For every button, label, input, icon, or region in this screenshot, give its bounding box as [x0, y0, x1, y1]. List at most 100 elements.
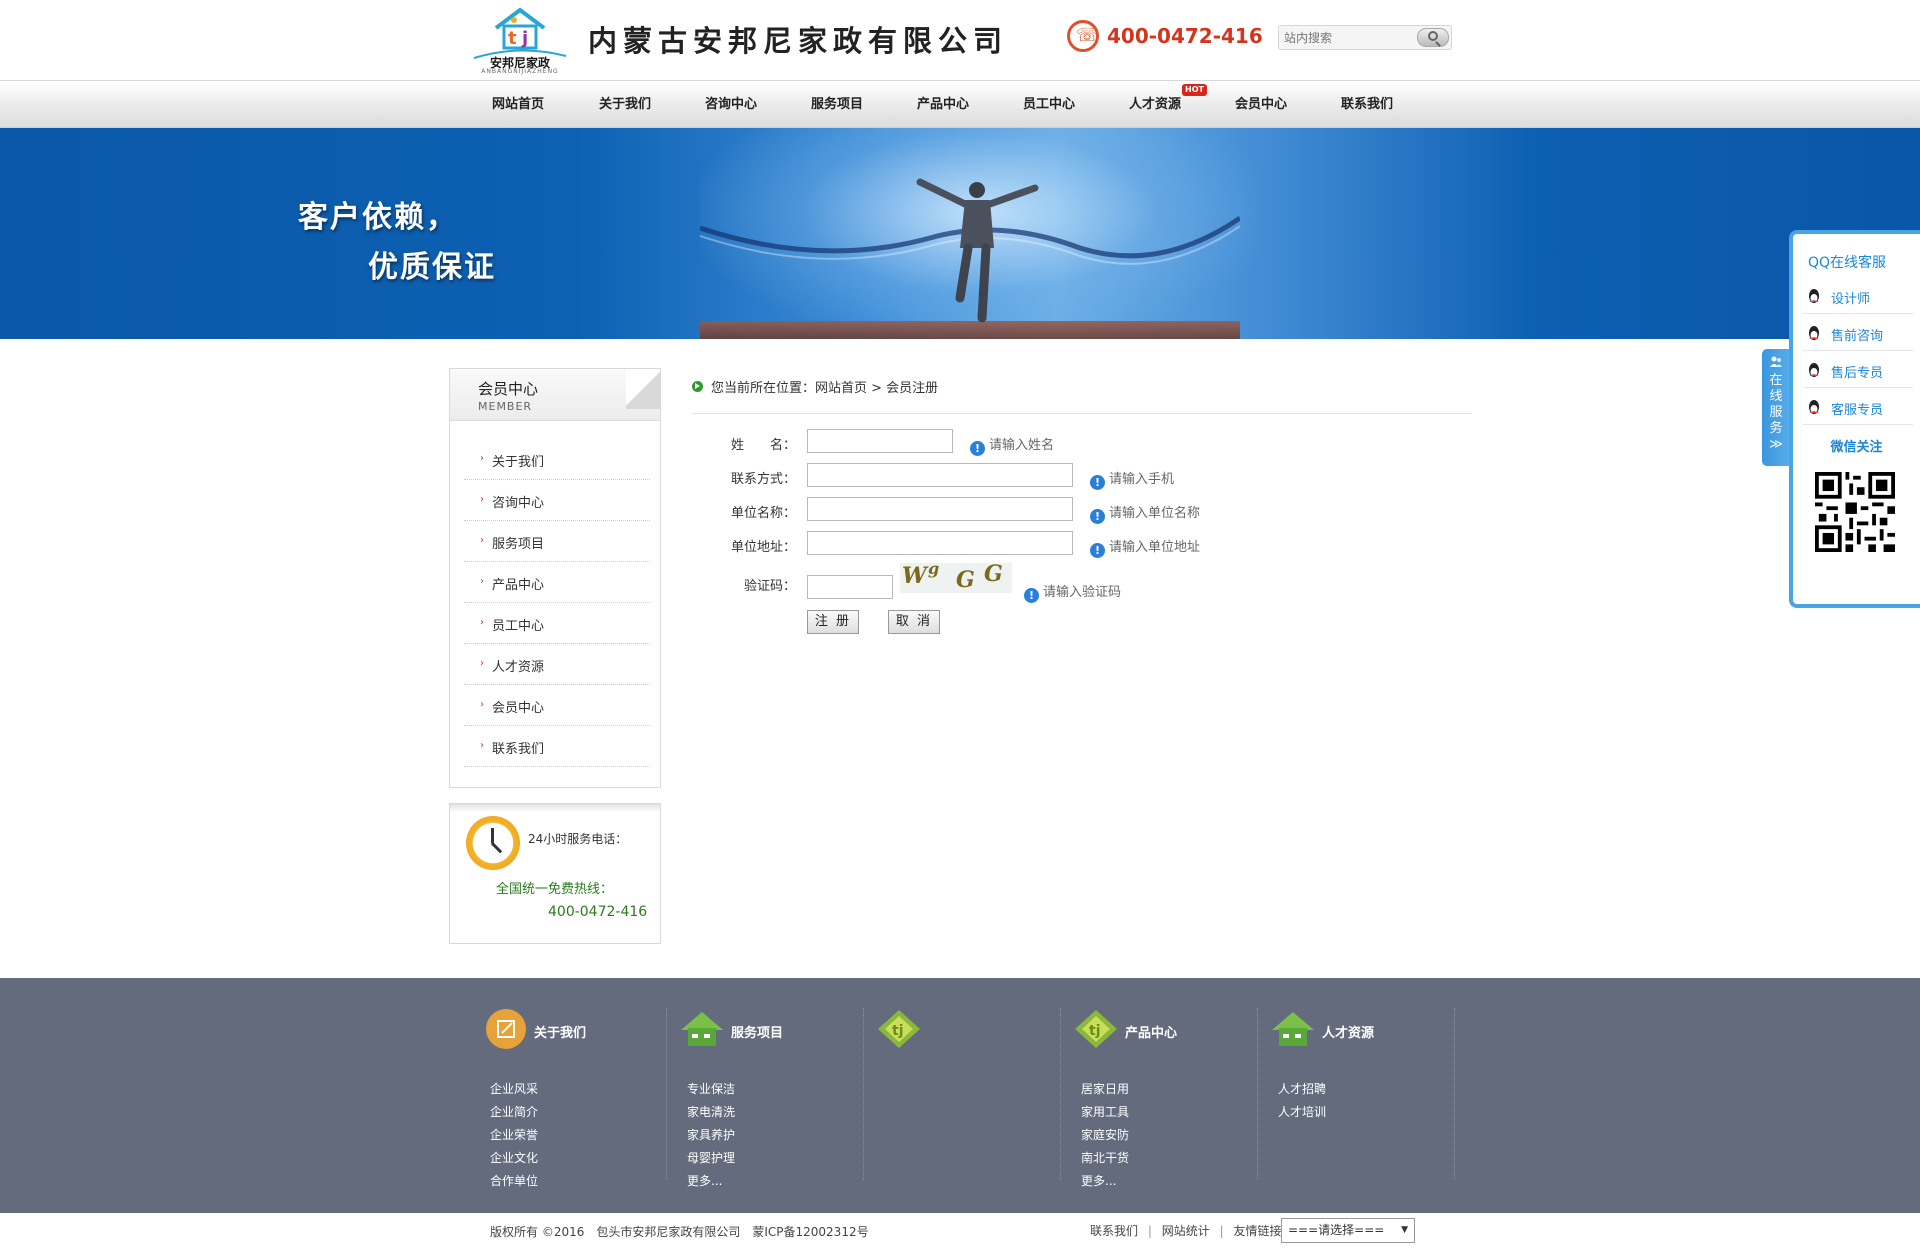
cancel-button[interactable]: 取 消 — [888, 610, 940, 634]
breadcrumb: 您当前所在位置：网站首页 > 会员注册 — [711, 381, 939, 396]
sidebar-item-label: 会员中心 — [492, 701, 545, 716]
footer-link[interactable]: 企业荣誉 — [490, 1126, 538, 1143]
chevron-right-icon: › — [480, 658, 484, 669]
name-label: 姓 名： — [730, 438, 796, 453]
clock-icon — [466, 816, 520, 870]
people-icon — [1770, 356, 1782, 367]
sidebar-item-products[interactable]: › 产品中心 — [464, 562, 650, 603]
footer-link[interactable]: 家具养护 — [687, 1126, 735, 1143]
contact-label: 联系方式： — [730, 472, 796, 487]
sidebar: 会员中心 MEMBER › 关于我们 › 咨询中心 › 服务项目 › 产品中心 › 员工中… — [449, 368, 661, 788]
online-service-tab-label: 在线服务≫ — [1769, 373, 1783, 452]
footer-column-title: 人才资源 — [1322, 1026, 1375, 1041]
house-icon — [681, 1012, 723, 1046]
search-input[interactable] — [1282, 28, 1414, 47]
sidebar-item-services[interactable]: › 服务项目 — [464, 521, 650, 562]
footer-column-title: 产品中心 — [1125, 1026, 1178, 1041]
unit-address-field[interactable] — [807, 531, 1073, 555]
banner-slogan-line2: 优质保证 — [368, 250, 496, 285]
chevron-right-icon: › — [480, 535, 484, 546]
nav-item-staff[interactable]: 员工中心 — [1023, 81, 1075, 129]
hotline-number: 400-0472-416 — [1107, 24, 1263, 48]
unit-name-field[interactable] — [807, 497, 1073, 521]
banner: 客户依赖， 优质保证 — [0, 128, 1920, 339]
sidebar-item-staff[interactable]: › 员工中心 — [464, 603, 650, 644]
online-service-tab[interactable]: 在线服务≫ — [1762, 349, 1790, 466]
bottom-link-contact[interactable]: 联系我们 — [1090, 1224, 1138, 1238]
info-icon: ! — [1090, 509, 1105, 524]
footer-link[interactable]: 南北干货 — [1081, 1149, 1129, 1166]
nav-item-talent[interactable]: 人才资源 — [1129, 81, 1181, 129]
qq-penguin-icon — [1809, 326, 1819, 340]
qq-item-aftersales[interactable]: 售后专员 — [1803, 352, 1913, 388]
wechat-follow-label: 微信关注 — [1830, 440, 1883, 455]
search-icon — [1428, 31, 1438, 41]
chevron-right-icon: › — [480, 699, 484, 710]
contact-field[interactable] — [807, 463, 1073, 487]
qq-item-designer[interactable]: 设计师 — [1803, 278, 1913, 314]
captcha-image[interactable]: W g G G — [900, 563, 1012, 593]
nav-item-member[interactable]: 会员中心 — [1235, 81, 1287, 129]
diamond-logo-icon: tj — [1075, 1010, 1117, 1048]
page-fold-icon — [626, 369, 660, 409]
footer-link[interactable]: 母婴护理 — [687, 1149, 735, 1166]
footer-link[interactable]: 家庭安防 — [1081, 1126, 1129, 1143]
bottom-link-stats[interactable]: 网站统计 — [1162, 1224, 1210, 1238]
footer-link[interactable]: 家电清洗 — [687, 1103, 735, 1120]
sidebar-item-member[interactable]: › 会员中心 — [464, 685, 650, 726]
info-icon: ! — [970, 441, 985, 456]
nav-item-contact[interactable]: 联系我们 — [1341, 81, 1393, 129]
nav-item-about[interactable]: 关于我们 — [599, 81, 651, 129]
footer-link[interactable]: 企业文化 — [490, 1149, 538, 1166]
footer-link[interactable]: 企业风采 — [490, 1080, 538, 1097]
search-button[interactable] — [1417, 28, 1449, 47]
unit-name-label: 单位名称： — [730, 506, 796, 521]
bottom-link-friends[interactable]: 友情链接 — [1233, 1224, 1281, 1238]
name-hint: ! 请输入姓名 — [970, 434, 1054, 456]
nav-item-consult[interactable]: 咨询中心 — [705, 81, 757, 129]
sidebar-item-consult[interactable]: › 咨询中心 — [464, 480, 650, 521]
logo[interactable]: t j 安邦尼家政 ANBANGNIJIAZHENG — [470, 2, 570, 75]
contact-hint: ! 请输入手机 — [1090, 468, 1174, 490]
chevron-right-icon: › — [480, 453, 484, 464]
name-field[interactable] — [807, 429, 953, 453]
footer-link[interactable]: 人才培训 — [1278, 1103, 1326, 1120]
sidebar-item-label: 咨询中心 — [492, 496, 545, 511]
service-phone-label: 24小时服务电话： — [528, 832, 628, 846]
register-button[interactable]: 注 册 — [807, 610, 859, 634]
captcha-field[interactable] — [807, 575, 893, 599]
footer-link[interactable]: 更多... — [1081, 1172, 1116, 1189]
nav-item-products[interactable]: 产品中心 — [917, 81, 969, 129]
footer-link[interactable]: 企业简介 — [490, 1103, 538, 1120]
footer-link[interactable]: 家用工具 — [1081, 1103, 1129, 1120]
runner-icon — [916, 178, 1039, 323]
footer-column-logo: tj — [864, 1008, 1061, 1180]
footer-column-about: 关于我们 企业风采 企业简介 企业荣誉 企业文化 合作单位 — [470, 1008, 667, 1188]
nav-item-services[interactable]: 服务项目 — [811, 81, 863, 129]
qq-penguin-icon — [1809, 289, 1819, 303]
divider — [692, 413, 1472, 414]
sidebar-item-label: 人才资源 — [492, 660, 545, 675]
qq-item-presales[interactable]: 售前咨询 — [1803, 315, 1913, 351]
qq-item-customer-service[interactable]: 客服专员 — [1803, 389, 1913, 425]
captcha-hint: ! 请输入验证码 — [1024, 581, 1121, 603]
nav-item-home[interactable]: 网站首页 — [492, 81, 544, 129]
sidebar-item-talent[interactable]: › 人才资源 — [464, 644, 650, 685]
sidebar-item-contact[interactable]: › 联系我们 — [464, 726, 650, 767]
footer: 关于我们 企业风采 企业简介 企业荣誉 企业文化 合作单位 服务项目 专业保洁 … — [0, 978, 1920, 1213]
bottom-bar: 版权所有 ©2016 包头市安邦尼家政有限公司 蒙ICP备12002312号 联… — [0, 1213, 1920, 1249]
sidebar-item-about[interactable]: › 关于我们 — [464, 439, 650, 480]
friend-link-select[interactable]: ===请选择=== ▼ — [1281, 1218, 1415, 1243]
qq-panel-title: QQ在线客服 — [1808, 255, 1887, 271]
unit-address-hint: ! 请输入单位地址 — [1090, 536, 1200, 558]
footer-link[interactable]: 专业保洁 — [687, 1080, 735, 1097]
footer-link[interactable]: 居家日用 — [1081, 1080, 1129, 1097]
sidebar-item-label: 员工中心 — [492, 619, 545, 634]
footer-link[interactable]: 合作单位 — [490, 1172, 538, 1189]
main-nav: 网站首页 关于我们 咨询中心 服务项目 产品中心 员工中心 人才资源 HOT 会… — [0, 80, 1920, 128]
footer-column-talent: 人才资源 人才招聘 人才培训 — [1258, 1008, 1455, 1180]
bottom-links: 联系我们 | 网站统计 | 友情链接 — [1090, 1224, 1282, 1238]
service-phone-number: 400-0472-416 — [548, 904, 648, 920]
footer-link[interactable]: 人才招聘 — [1278, 1080, 1326, 1097]
footer-link[interactable]: 更多... — [687, 1172, 722, 1189]
